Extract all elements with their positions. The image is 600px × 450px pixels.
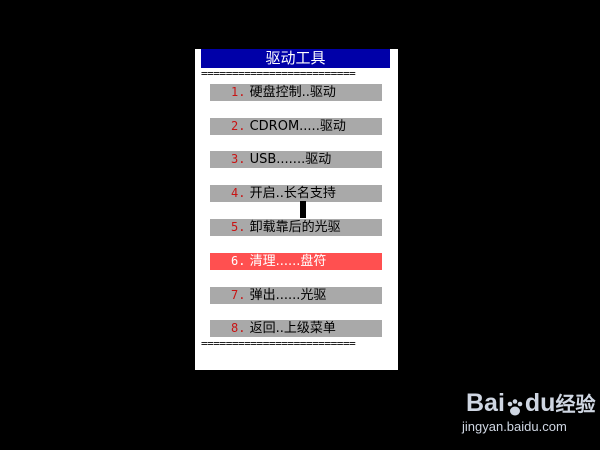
watermark-brand-right: du: [524, 389, 556, 417]
text-cursor: [300, 201, 306, 218]
menu-panel: 驱动工具 ========================= 1. 硬盘控制..…: [195, 49, 398, 370]
menu-item-label: 返回..上级菜单: [249, 321, 336, 336]
menu-item-unmount-cdrom[interactable]: 5. 卸载靠后的光驱: [210, 219, 382, 236]
watermark: Bai du经验 jingyan.baidu.com: [458, 383, 595, 443]
menu-item-number: 5.: [231, 220, 246, 234]
menu-title: 驱动工具: [201, 49, 390, 68]
menu-item-number: 8.: [231, 321, 246, 335]
menu-item-eject-cdrom[interactable]: 7. 弹出......光驱: [210, 287, 382, 304]
watermark-logo: Bai du经验: [466, 387, 595, 419]
menu-item-number: 7.: [231, 288, 246, 302]
menu-item-label: CDROM.....驱动: [249, 119, 346, 134]
separator-bottom: =========================: [201, 339, 356, 349]
menu-item-clear-drive-letters[interactable]: 6. 清理......盘符: [210, 253, 382, 270]
watermark-url: jingyan.baidu.com: [462, 419, 567, 434]
menu-item-back[interactable]: 8. 返回..上级菜单: [210, 320, 382, 337]
menu-item-label: 卸载靠后的光驱: [249, 220, 341, 235]
menu-item-number: 1.: [231, 85, 246, 99]
menu-item-number: 4.: [231, 186, 246, 200]
menu-item-hdd-driver[interactable]: 1. 硬盘控制..驱动: [210, 84, 382, 101]
menu-item-long-filename[interactable]: 4. 开启..长名支持: [210, 185, 382, 202]
watermark-brand-left: Bai: [466, 389, 505, 417]
separator-top: =========================: [201, 69, 356, 79]
menu-item-number: 3.: [231, 152, 246, 166]
menu-item-label: 清理......盘符: [249, 254, 327, 269]
menu-item-label: 硬盘控制..驱动: [249, 85, 336, 100]
menu-item-label: USB.......驱动: [249, 152, 332, 167]
menu-item-label: 弹出......光驱: [249, 288, 327, 303]
menu-item-number: 2.: [231, 119, 246, 133]
menu-item-label: 开启..长名支持: [249, 186, 336, 201]
watermark-brand-cn: 经验: [555, 394, 596, 416]
menu-item-number: 6.: [231, 254, 246, 268]
paw-icon: [505, 394, 525, 416]
menu-item-usb-driver[interactable]: 3. USB.......驱动: [210, 151, 382, 168]
menu-item-cdrom-driver[interactable]: 2. CDROM.....驱动: [210, 118, 382, 135]
